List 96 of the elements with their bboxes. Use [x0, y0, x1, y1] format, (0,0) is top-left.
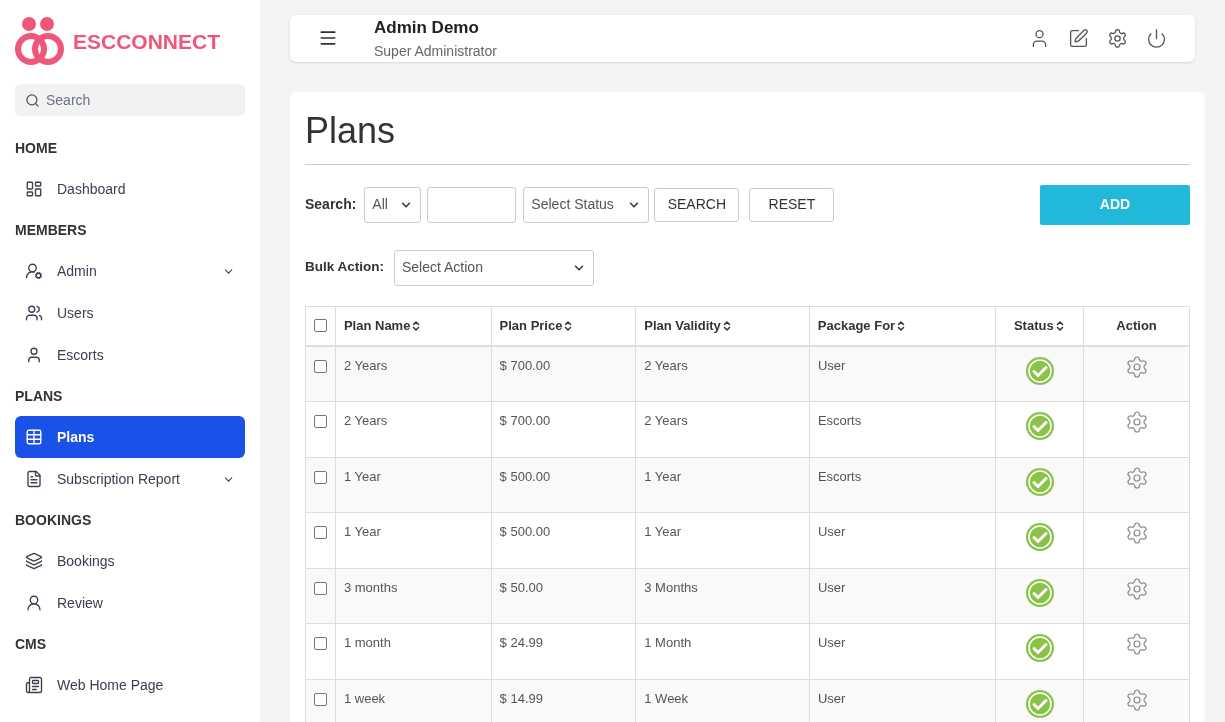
table-cell: User — [817, 579, 846, 595]
table-cell: $ 24.99 — [499, 635, 543, 650]
section-heading: PLANS — [15, 386, 64, 406]
table-cell: 1 week — [343, 690, 386, 706]
settings-icon[interactable] — [1124, 576, 1149, 601]
column-header[interactable]: Status — [1013, 315, 1066, 336]
search-icon — [25, 92, 40, 108]
grid-icon — [25, 180, 43, 198]
table-cell: $ 500.00 — [499, 468, 551, 484]
brand-name: ESCCONNECT — [73, 29, 220, 56]
column-header: Action — [1116, 316, 1157, 335]
bulk-action-label: Bulk Action: — [305, 258, 384, 277]
search-button[interactable]: SEARCH — [654, 187, 740, 222]
status-select[interactable]: Select Status — [523, 186, 650, 223]
nav-item[interactable]: Web Home Page — [15, 664, 245, 706]
table-cell: 2 Years — [343, 357, 388, 373]
user-name: Admin Demo — [374, 17, 480, 39]
settings-icon — [1107, 27, 1128, 49]
table-cell: 3 months — [343, 579, 398, 595]
section-heading: BOOKINGS — [15, 510, 93, 530]
user-gear-icon — [25, 262, 43, 280]
nav-item[interactable]: Subscription Report — [15, 458, 245, 500]
settings-icon[interactable] — [1124, 687, 1149, 712]
table-cell: 1 Year — [644, 468, 682, 484]
table-cell: 1 Year — [644, 524, 682, 539]
table-cell: Escorts — [817, 413, 862, 428]
reset-button[interactable]: RESET — [749, 187, 835, 222]
column-header[interactable]: Plan Name — [343, 315, 423, 336]
status-check-icon[interactable] — [1024, 688, 1055, 719]
checkbox[interactable] — [313, 581, 327, 595]
page-title: Plans — [305, 103, 1190, 165]
nav-item[interactable]: Users — [15, 292, 245, 334]
table-cell: Escorts — [817, 468, 862, 484]
checkbox[interactable] — [313, 470, 327, 484]
table-cell: 1 month — [343, 635, 391, 650]
table-cell: $ 700.00 — [499, 357, 551, 373]
settings-icon[interactable] — [1124, 465, 1149, 490]
checkbox[interactable] — [313, 692, 327, 706]
column-header[interactable]: Plan Price — [499, 315, 575, 336]
table-cell: $ 50.00 — [499, 579, 543, 595]
table-cell: User — [817, 357, 846, 373]
nav-item[interactable]: Plans — [15, 416, 245, 458]
search-label: Search: — [305, 195, 357, 214]
status-check-icon[interactable] — [1024, 355, 1055, 386]
status-check-icon[interactable] — [1024, 577, 1055, 608]
bulk-action-select[interactable]: Select Action — [394, 249, 594, 286]
status-check-icon[interactable] — [1024, 466, 1055, 497]
checkbox[interactable] — [313, 319, 327, 332]
table-cell: 1 Month — [644, 635, 692, 650]
table-icon — [25, 428, 43, 446]
section-heading: HOME — [15, 138, 58, 158]
settings-icon[interactable] — [1124, 410, 1149, 434]
field-select[interactable]: All — [364, 186, 422, 223]
nav-item[interactable]: Dashboard — [15, 168, 245, 210]
nav-item[interactable]: Admin — [15, 250, 245, 292]
table-cell: 2 Years — [644, 413, 688, 428]
checkbox[interactable] — [313, 637, 327, 650]
search-input[interactable] — [427, 186, 517, 223]
section-heading: CMS — [15, 634, 48, 654]
table-cell: $ 700.00 — [499, 413, 551, 428]
nav-item[interactable]: Escorts — [15, 334, 245, 376]
column-header[interactable]: Package For — [817, 315, 908, 336]
table-cell: User — [817, 690, 846, 706]
table-cell: $ 14.99 — [499, 690, 543, 706]
edit-icon — [1068, 27, 1089, 49]
status-check-icon[interactable] — [1024, 522, 1055, 552]
user-role: Super Administrator — [374, 41, 498, 61]
user-icon — [25, 594, 43, 612]
checkbox[interactable] — [313, 359, 327, 373]
power-icon — [1146, 27, 1167, 49]
settings-icon[interactable] — [1124, 354, 1149, 379]
nav-item[interactable]: Review — [15, 582, 245, 624]
search-field[interactable]: Search — [15, 84, 245, 116]
table-cell: User — [817, 524, 846, 539]
layers-icon — [25, 552, 43, 570]
newspaper-icon — [25, 676, 43, 694]
document-icon — [25, 470, 43, 488]
users-icon — [25, 304, 43, 322]
table-cell: 3 Months — [644, 579, 698, 595]
checkbox[interactable] — [313, 526, 327, 539]
table-cell: 2 Years — [644, 357, 688, 373]
status-check-icon[interactable] — [1024, 633, 1055, 663]
column-header[interactable]: Plan Validity — [644, 315, 733, 336]
table-cell: 2 Years — [343, 413, 388, 428]
table-cell: 1 Year — [343, 524, 381, 539]
status-check-icon[interactable] — [1024, 411, 1055, 441]
table-cell: User — [817, 635, 846, 650]
section-heading: MEMBERS — [15, 220, 88, 240]
settings-icon[interactable] — [1124, 632, 1149, 656]
checkbox[interactable] — [313, 415, 327, 428]
settings-icon[interactable] — [1124, 521, 1149, 545]
table-cell: 1 Week — [644, 690, 689, 706]
nav-item[interactable]: Bookings — [15, 540, 245, 582]
table-cell: $ 500.00 — [499, 524, 551, 539]
table-cell: 1 Year — [343, 468, 381, 484]
user-icon — [25, 346, 43, 364]
